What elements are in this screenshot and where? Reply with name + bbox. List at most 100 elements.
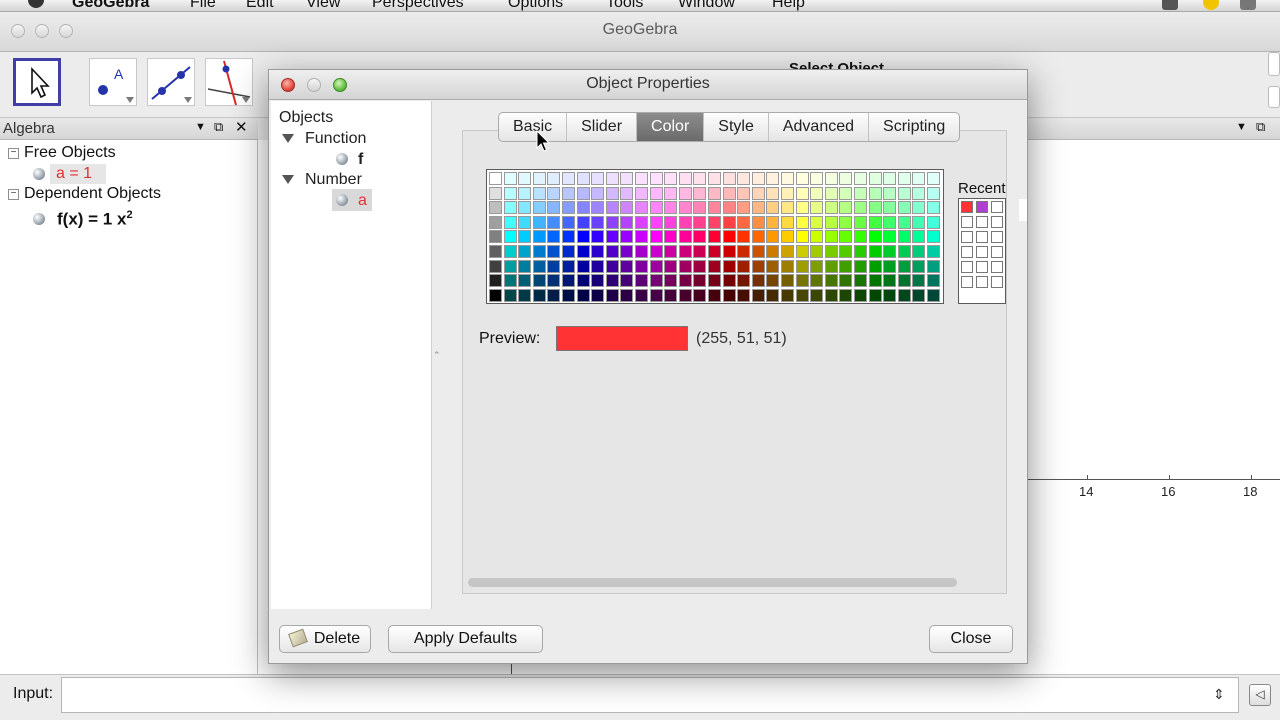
color-swatch[interactable] <box>737 186 751 200</box>
color-swatch[interactable] <box>518 186 532 200</box>
color-swatch[interactable] <box>489 274 503 288</box>
color-swatch[interactable] <box>649 288 663 302</box>
color-swatch[interactable] <box>620 230 634 244</box>
color-swatch[interactable] <box>693 186 707 200</box>
color-swatch[interactable] <box>635 172 649 186</box>
color-swatch[interactable] <box>576 259 590 273</box>
collapse-icon[interactable]: − <box>8 189 19 200</box>
color-swatch[interactable] <box>912 215 926 229</box>
color-swatch[interactable] <box>532 186 546 200</box>
color-swatch[interactable] <box>708 201 722 215</box>
color-swatch[interactable] <box>883 274 897 288</box>
recent-color-swatch[interactable] <box>991 246 1003 258</box>
color-swatch[interactable] <box>912 201 926 215</box>
color-swatch[interactable] <box>518 274 532 288</box>
color-swatch[interactable] <box>722 274 736 288</box>
color-swatch[interactable] <box>912 172 926 186</box>
color-swatch[interactable] <box>489 172 503 186</box>
color-swatch[interactable] <box>737 274 751 288</box>
color-swatch[interactable] <box>678 245 692 259</box>
color-swatch[interactable] <box>503 186 517 200</box>
color-swatch[interactable] <box>810 274 824 288</box>
color-swatch[interactable] <box>751 201 765 215</box>
delete-button[interactable]: Delete <box>279 625 371 653</box>
color-swatch[interactable] <box>795 215 809 229</box>
color-swatch[interactable] <box>518 259 532 273</box>
color-swatch[interactable] <box>708 245 722 259</box>
color-swatch[interactable] <box>810 201 824 215</box>
color-swatch[interactable] <box>839 288 853 302</box>
color-swatch[interactable] <box>576 215 590 229</box>
color-swatch[interactable] <box>693 230 707 244</box>
color-swatch[interactable] <box>722 259 736 273</box>
color-swatch[interactable] <box>810 215 824 229</box>
color-swatch[interactable] <box>912 274 926 288</box>
color-swatch[interactable] <box>489 186 503 200</box>
color-swatch[interactable] <box>810 288 824 302</box>
color-swatch[interactable] <box>532 288 546 302</box>
color-swatch[interactable] <box>897 230 911 244</box>
color-swatch[interactable] <box>503 274 517 288</box>
menu-tools[interactable]: Tools <box>606 0 643 11</box>
color-swatch[interactable] <box>766 230 780 244</box>
color-swatch[interactable] <box>649 201 663 215</box>
color-swatch[interactable] <box>605 288 619 302</box>
tree-item-f[interactable]: f <box>358 151 363 169</box>
color-swatch[interactable] <box>810 245 824 259</box>
color-swatch[interactable] <box>635 215 649 229</box>
color-swatch[interactable] <box>693 245 707 259</box>
color-swatch[interactable] <box>562 186 576 200</box>
color-swatch[interactable] <box>576 274 590 288</box>
color-swatch[interactable] <box>766 172 780 186</box>
color-swatch[interactable] <box>781 172 795 186</box>
recent-color-swatch[interactable] <box>961 261 973 273</box>
color-swatch[interactable] <box>722 215 736 229</box>
color-swatch[interactable] <box>795 274 809 288</box>
expand-function-icon[interactable] <box>282 134 294 143</box>
color-swatch[interactable] <box>547 245 561 259</box>
tab-style[interactable]: Style <box>704 113 769 141</box>
color-swatch[interactable] <box>562 215 576 229</box>
color-swatch[interactable] <box>751 230 765 244</box>
recent-color-swatch[interactable] <box>976 201 988 213</box>
color-swatch[interactable] <box>766 215 780 229</box>
tab-slider[interactable]: Slider <box>567 113 638 141</box>
color-swatch[interactable] <box>722 245 736 259</box>
move-tool-button[interactable] <box>13 58 61 106</box>
close-view-icon[interactable]: ✕ <box>235 118 248 136</box>
color-swatch[interactable] <box>591 172 605 186</box>
color-swatch[interactable] <box>547 230 561 244</box>
color-swatch[interactable] <box>854 230 868 244</box>
recent-color-swatch[interactable] <box>991 216 1003 228</box>
color-swatch[interactable] <box>503 259 517 273</box>
color-swatch[interactable] <box>897 215 911 229</box>
color-swatch[interactable] <box>532 215 546 229</box>
color-swatch[interactable] <box>489 259 503 273</box>
color-swatch[interactable] <box>781 215 795 229</box>
color-swatch[interactable] <box>824 274 838 288</box>
color-swatch[interactable] <box>635 186 649 200</box>
color-swatch[interactable] <box>518 288 532 302</box>
recent-colors-grid[interactable] <box>958 198 1006 304</box>
color-swatch[interactable] <box>708 288 722 302</box>
undock-icon[interactable]: ⧉ <box>214 119 223 135</box>
color-swatch[interactable] <box>503 288 517 302</box>
color-swatch[interactable] <box>751 172 765 186</box>
color-swatch[interactable] <box>839 172 853 186</box>
tab-scripting[interactable]: Scripting <box>869 113 959 141</box>
color-swatch[interactable] <box>839 230 853 244</box>
color-swatch[interactable] <box>781 245 795 259</box>
color-swatch[interactable] <box>503 172 517 186</box>
color-swatch[interactable] <box>693 259 707 273</box>
color-swatch[interactable] <box>489 201 503 215</box>
color-swatch[interactable] <box>664 274 678 288</box>
color-swatch[interactable] <box>781 288 795 302</box>
color-swatch[interactable] <box>591 288 605 302</box>
color-swatch[interactable] <box>795 172 809 186</box>
color-swatch[interactable] <box>766 245 780 259</box>
color-swatch[interactable] <box>737 201 751 215</box>
menu-app-name[interactable]: GeoGebra <box>72 0 149 11</box>
menu-perspectives[interactable]: Perspectives <box>372 0 464 11</box>
color-swatch[interactable] <box>824 259 838 273</box>
color-swatch[interactable] <box>751 259 765 273</box>
